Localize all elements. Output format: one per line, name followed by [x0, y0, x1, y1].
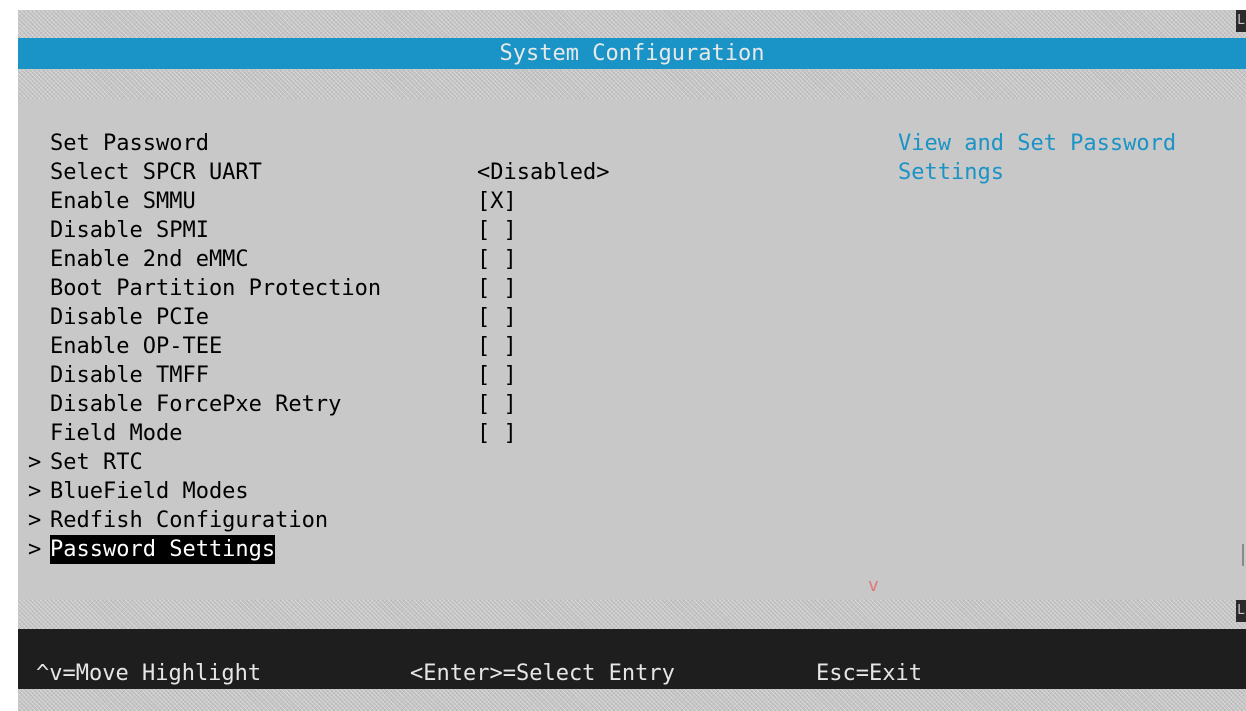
menu-list: Set Password Select SPCR UART <Disabled>…: [28, 129, 609, 564]
footer-move-hint: ^v=Move Highlight: [36, 661, 262, 686]
menu-item-set-password[interactable]: Set Password: [40, 129, 209, 158]
corner-mark-icon: L: [1236, 10, 1246, 32]
footer-select-hint: <Enter>=Select Entry: [410, 661, 675, 686]
disable-spmi-checkbox[interactable]: [ ]: [477, 216, 517, 245]
menu-item-label: Enable SMMU: [50, 189, 196, 214]
menu-item-select-spcr-uart[interactable]: Select SPCR UART <Disabled>: [40, 158, 609, 187]
main-panel: Set Password Select SPCR UART <Disabled>…: [18, 99, 1246, 599]
footer-exit-hint: Esc=Exit: [816, 661, 922, 686]
final-pattern-band: [18, 689, 1246, 711]
menu-item-label-highlighted: Password Settings: [50, 535, 276, 564]
bottom-pattern-band: [18, 599, 1246, 629]
submenu-arrow-icon: >: [28, 508, 42, 533]
submenu-arrow-icon: >: [28, 479, 42, 504]
menu-item-label: Field Mode: [50, 421, 183, 446]
page-title-bar: System Configuration: [18, 38, 1246, 69]
scrollbar-thumb[interactable]: [1242, 544, 1244, 566]
menu-item-label: Disable SPMI: [50, 218, 209, 243]
menu-item-enable-op-tee[interactable]: Enable OP-TEE [ ]: [40, 332, 517, 361]
menu-item-label: Disable PCIe: [50, 305, 209, 330]
disable-tmff-checkbox[interactable]: [ ]: [477, 361, 517, 390]
menu-item-label: BlueField Modes: [50, 479, 249, 504]
menu-item-disable-spmi[interactable]: Disable SPMI [ ]: [40, 216, 517, 245]
menu-item-label: Set RTC: [50, 450, 143, 475]
submenu-arrow-icon: >: [28, 537, 42, 562]
disable-forcepxe-retry-checkbox[interactable]: [ ]: [477, 390, 517, 419]
disable-pcie-checkbox[interactable]: [ ]: [477, 303, 517, 332]
spcr-uart-select[interactable]: <Disabled>: [477, 158, 609, 187]
menu-item-enable-smmu[interactable]: Enable SMMU [X]: [40, 187, 517, 216]
top-margin: [0, 0, 1246, 10]
menu-item-password-settings[interactable]: > Password Settings: [28, 535, 276, 564]
menu-item-disable-pcie[interactable]: Disable PCIe [ ]: [40, 303, 517, 332]
menu-item-label: Set Password: [50, 131, 209, 156]
menu-item-bluefield-modes[interactable]: > BlueField Modes: [28, 477, 249, 506]
title-pattern-band: [18, 69, 1246, 99]
enable-smmu-checkbox[interactable]: [X]: [477, 187, 517, 216]
menu-item-label: Enable OP-TEE: [50, 334, 223, 359]
top-pattern-band: [18, 10, 1246, 38]
menu-item-label: Disable TMFF: [50, 363, 209, 388]
menu-item-label: Disable ForcePxe Retry: [50, 392, 342, 417]
menu-item-label: Boot Partition Protection: [50, 276, 382, 301]
menu-item-label: Select SPCR UART: [50, 160, 262, 185]
menu-item-disable-tmff[interactable]: Disable TMFF [ ]: [40, 361, 517, 390]
bios-setup-screen: L System Configuration Set Password Sele…: [0, 0, 1246, 711]
menu-item-disable-forcepxe-retry[interactable]: Disable ForcePxe Retry [ ]: [40, 390, 517, 419]
corner-mark-icon: L: [1236, 600, 1246, 622]
menu-item-redfish-configuration[interactable]: > Redfish Configuration: [28, 506, 328, 535]
page-title: System Configuration: [499, 41, 765, 66]
menu-item-enable-2nd-emmc[interactable]: Enable 2nd eMMC [ ]: [40, 245, 517, 274]
enable-2nd-emmc-checkbox[interactable]: [ ]: [477, 245, 517, 274]
submenu-arrow-icon: >: [28, 450, 42, 475]
scroll-down-indicator-icon: v: [868, 575, 879, 596]
field-mode-checkbox[interactable]: [ ]: [477, 419, 517, 448]
enable-op-tee-checkbox[interactable]: [ ]: [477, 332, 517, 361]
menu-item-field-mode[interactable]: Field Mode [ ]: [40, 419, 517, 448]
menu-item-boot-partition-protection[interactable]: Boot Partition Protection [ ]: [40, 274, 517, 303]
menu-item-set-rtc[interactable]: > Set RTC: [28, 448, 146, 477]
menu-item-label: Redfish Configuration: [50, 508, 329, 533]
help-text: View and Set Password Settings: [898, 131, 1177, 185]
key-help-footer: ^v=Move Highlight <Enter>=Select Entry E…: [18, 629, 1246, 689]
menu-item-label: Enable 2nd eMMC: [50, 247, 249, 272]
left-margin: [0, 0, 18, 711]
boot-partition-protection-checkbox[interactable]: [ ]: [477, 274, 517, 303]
